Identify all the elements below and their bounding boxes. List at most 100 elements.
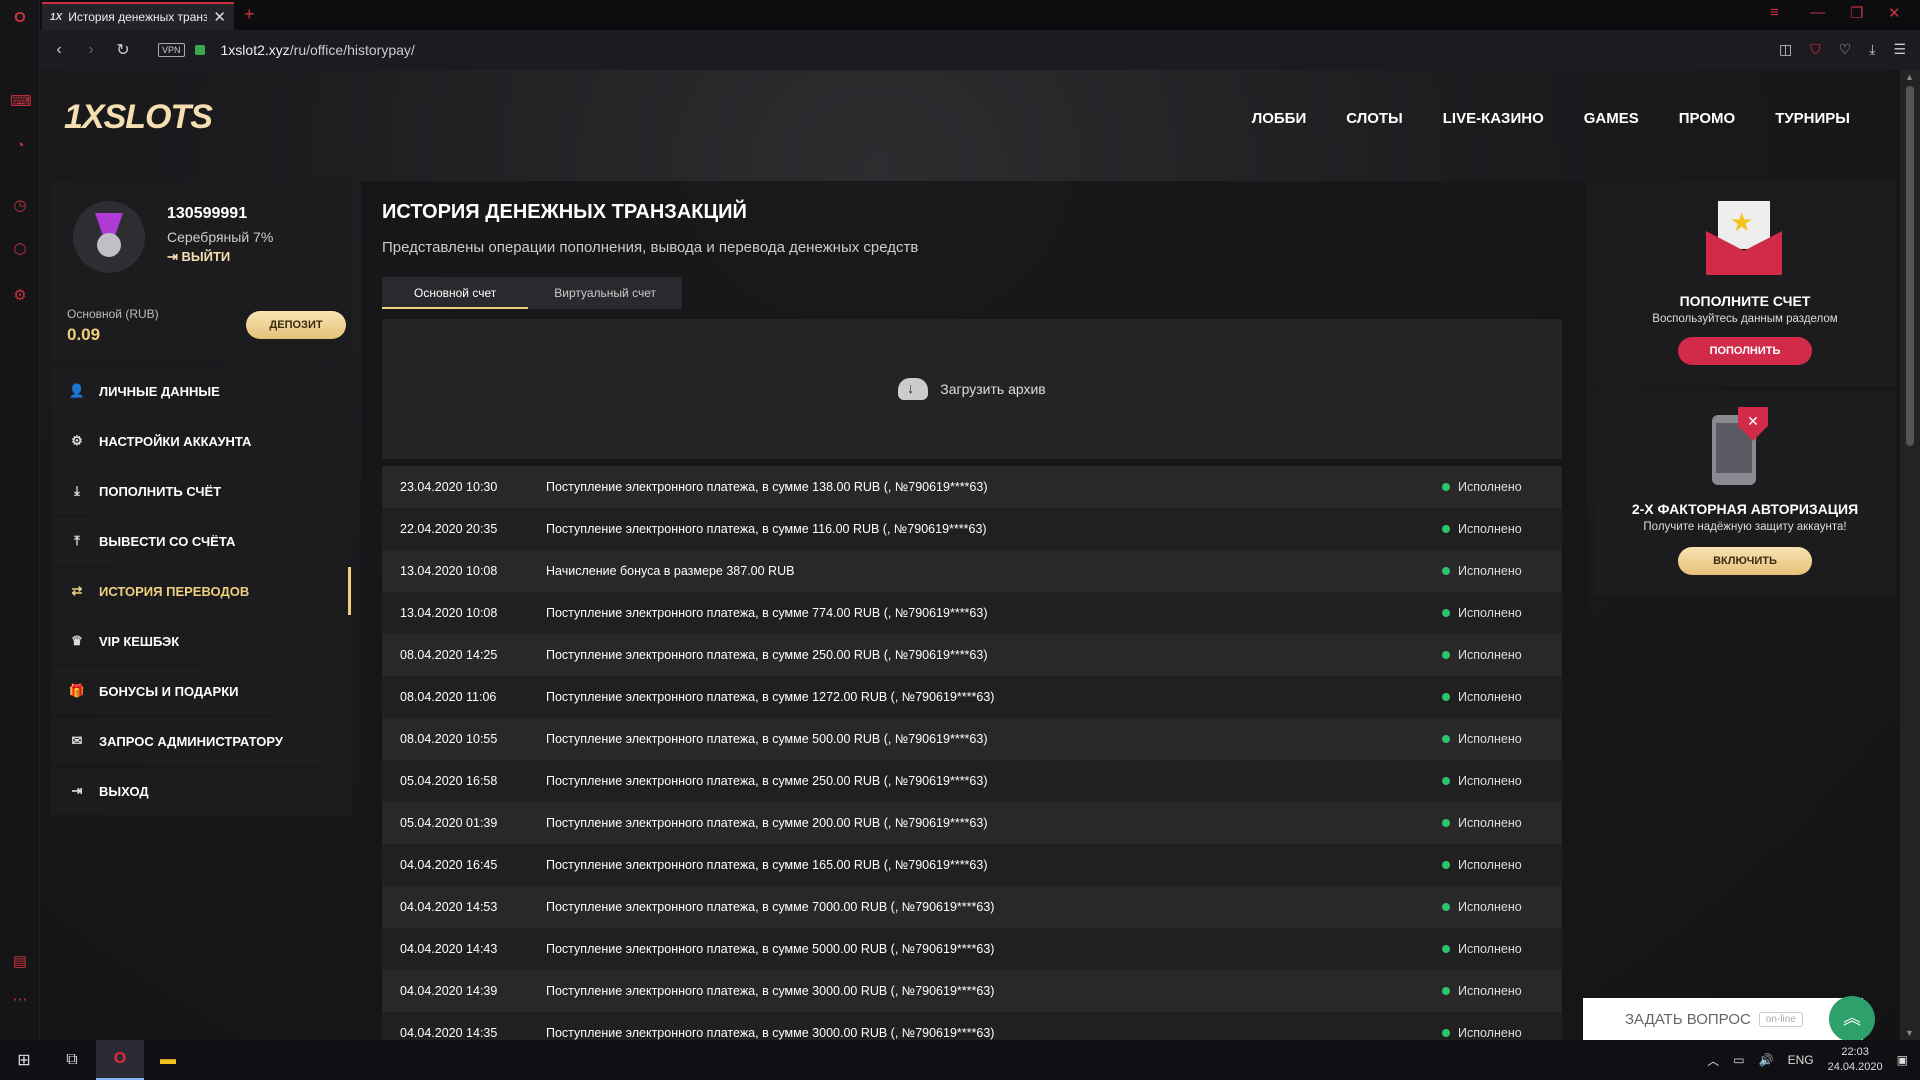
status-dot-icon <box>1442 483 1450 491</box>
status-dot-icon <box>1442 987 1450 995</box>
profile-card: 130599991 Серебряный 7% ⇥ ВЫЙТИ Основной… <box>51 181 351 361</box>
enable-2fa-button[interactable]: ВКЛЮЧИТЬ <box>1678 547 1812 575</box>
transaction-list: 23.04.2020 10:30 Поступление электронного… <box>382 466 1562 1040</box>
menu-item-withdraw[interactable]: ⤒ ВЫВЕСТИ СО СЧЁТА <box>51 517 351 565</box>
nav-promo[interactable]: ПРОМО <box>1679 110 1735 127</box>
gift-icon: 🎁 <box>68 683 86 698</box>
tx-status: Исполнено <box>1442 690 1562 704</box>
browser-tab[interactable]: 1X История денежных транзакций ✕ <box>42 2 234 30</box>
tx-status: Исполнено <box>1442 1026 1562 1040</box>
notifications-icon[interactable]: ▣ <box>1897 1053 1908 1067</box>
url-field[interactable]: 1xslot2.xyz/ru/office/historypay/ <box>221 42 415 58</box>
menu-item-exit[interactable]: ⇥ ВЫХОД <box>51 767 351 815</box>
menu-item-transfer-history[interactable]: ⇄ ИСТОРИЯ ПЕРЕВОДОВ <box>51 567 351 615</box>
site-logo[interactable]: 1XSLOTS <box>64 98 213 137</box>
menu-item-personal-data[interactable]: 👤 ЛИЧНЫЕ ДАННЫЕ <box>51 367 351 415</box>
adblock-shield-icon[interactable]: ⛉ <box>1810 41 1821 58</box>
task-view-icon[interactable]: ⧉ <box>48 1040 96 1080</box>
menu-item-account-settings[interactable]: ⚙ НАСТРОЙКИ АККАУНТА <box>51 417 351 465</box>
tray-chevron-icon[interactable]: ︿ <box>1707 1052 1719 1069</box>
heart-icon[interactable]: ♡ <box>1839 41 1852 58</box>
menu-item-bonuses[interactable]: 🎁 БОНУСЫ И ПОДАРКИ <box>51 667 351 715</box>
camera-icon[interactable]: ◫ <box>1779 41 1792 58</box>
download-icon[interactable]: ⤓ <box>1869 41 1875 58</box>
nav-games[interactable]: GAMES <box>1584 110 1639 127</box>
address-bar: ‹ › ↻ VPN 1xslot2.xyz/ru/office/historyp… <box>40 30 1920 70</box>
promo-deposit-text: Воспользуйтесь данным разделом <box>1652 313 1838 325</box>
tx-date: 13.04.2020 10:08 <box>400 564 498 578</box>
download-archive-button[interactable]: Загрузить архив <box>382 319 1562 459</box>
tab-bar: 1X История денежных транзакций ✕ + ≡ — ❐… <box>40 0 1920 30</box>
restore-icon[interactable]: ❐ <box>1850 4 1863 22</box>
tx-status: Исполнено <box>1442 648 1562 662</box>
nav-slots[interactable]: СЛОТЫ <box>1346 110 1403 127</box>
scrollbar-thumb[interactable] <box>1906 86 1914 446</box>
extensions-icon[interactable]: ⬡ <box>10 240 30 260</box>
language-indicator[interactable]: ENG <box>1788 1053 1814 1067</box>
history-icon[interactable]: ◷ <box>10 196 30 216</box>
ask-question-widget[interactable]: ЗАДАТЬ ВОПРОС on-line ︽ <box>1583 996 1875 1040</box>
menu-item-deposit[interactable]: ⤓ ПОПОЛНИТЬ СЧЁТ <box>51 467 351 515</box>
table-row: 08.04.2020 14:25 Поступление электронного… <box>382 634 1562 676</box>
status-dot-icon <box>1442 819 1450 827</box>
close-tab-icon[interactable]: ✕ <box>213 8 226 26</box>
status-dot-icon <box>1442 777 1450 785</box>
table-row: 22.04.2020 20:35 Поступление электронного… <box>382 508 1562 550</box>
speed-dial-icon[interactable]: ◔ <box>10 136 30 156</box>
logout-icon: ⇥ <box>71 783 83 798</box>
lock-icon[interactable] <box>194 45 205 55</box>
tab-main-account[interactable]: Основной счет <box>382 277 529 309</box>
promo-2fa-title: 2-Х ФАКТОРНАЯ АВТОРИЗАЦИЯ <box>1631 501 1859 517</box>
tx-status: Исполнено <box>1442 900 1562 914</box>
tx-status: Исполнено <box>1442 858 1562 872</box>
topup-button[interactable]: ПОПОЛНИТЬ <box>1678 337 1812 365</box>
network-icon[interactable]: ▭ <box>1733 1053 1744 1067</box>
page-subtitle: Представлены операции пополнения, вывода… <box>382 239 919 256</box>
clock[interactable]: 22:03 24.04.2020 <box>1828 1045 1883 1075</box>
table-row: 13.04.2020 10:08 Начисление бонуса в разм… <box>382 550 1562 592</box>
tx-status: Исполнено <box>1442 732 1562 746</box>
scroll-up-icon[interactable]: ▲ <box>1905 72 1914 82</box>
gamepad-icon[interactable]: ⌨ <box>10 92 32 112</box>
scroll-down-icon[interactable]: ▼ <box>1905 1028 1914 1038</box>
sidebar-panel-icon[interactable]: ▤ <box>10 952 30 972</box>
vpn-badge[interactable]: VPN <box>158 43 185 57</box>
tab-virtual-account[interactable]: Виртуальный счет <box>528 277 682 309</box>
back-icon[interactable]: ‹ <box>46 41 72 59</box>
status-dot-icon <box>1442 861 1450 869</box>
tx-description: Поступление электронного платежа, в сумм… <box>546 984 995 998</box>
tx-status: Исполнено <box>1442 816 1562 830</box>
tx-date: 05.04.2020 16:58 <box>400 774 498 788</box>
page-scrollbar[interactable]: ▲ ▼ <box>1900 70 1920 1040</box>
nav-lobby[interactable]: ЛОББИ <box>1252 110 1307 127</box>
tx-date: 08.04.2020 10:55 <box>400 732 498 746</box>
file-explorer-icon[interactable]: ▬ <box>144 1040 192 1080</box>
chevron-up-icon[interactable]: ︽ <box>1829 996 1875 1040</box>
settings-icon[interactable]: ⚙ <box>10 286 30 306</box>
new-tab-icon[interactable]: + <box>244 4 255 25</box>
close-window-icon[interactable]: ✕ <box>1888 4 1901 22</box>
forward-icon[interactable]: › <box>78 41 104 59</box>
easy-setup-icon[interactable]: ☰ <box>1893 41 1906 58</box>
cloud-download-icon <box>898 378 929 400</box>
tx-description: Начисление бонуса в размере 387.00 RUB <box>546 564 795 578</box>
table-row: 23.04.2020 10:30 Поступление электронного… <box>382 466 1562 508</box>
tab-menu-icon[interactable]: ≡ <box>1770 4 1779 21</box>
promo-2fa-text: Получите надёжную защиту аккаунта! <box>1643 521 1847 533</box>
opera-logo-icon[interactable]: O <box>10 8 30 28</box>
logout-link[interactable]: ⇥ ВЫЙТИ <box>167 249 230 265</box>
nav-tournaments[interactable]: ТУРНИРЫ <box>1775 110 1850 127</box>
opera-taskbar-icon[interactable]: O <box>96 1040 144 1080</box>
menu-item-vip-cashback[interactable]: ♛ VIP КЕШБЭК <box>51 617 351 665</box>
more-icon[interactable]: ⋯ <box>10 990 30 1010</box>
status-dot-icon <box>1442 735 1450 743</box>
minimize-icon[interactable]: — <box>1810 4 1825 21</box>
windows-start-icon[interactable]: ⊞ <box>0 1040 48 1080</box>
site-header: 1XSLOTS ЛОББИ СЛОТЫ LIVE-КАЗИНО GAMES ПР… <box>40 70 1900 170</box>
volume-icon[interactable]: 🔊 <box>1759 1053 1774 1067</box>
deposit-button[interactable]: ДЕПОЗИТ <box>246 311 346 339</box>
table-row: 05.04.2020 01:39 Поступление электронного… <box>382 802 1562 844</box>
reload-icon[interactable]: ↻ <box>110 40 136 60</box>
menu-item-admin-request[interactable]: ✉ ЗАПРОС АДМИНИСТРАТОРУ <box>51 717 351 765</box>
nav-live-casino[interactable]: LIVE-КАЗИНО <box>1443 110 1544 127</box>
